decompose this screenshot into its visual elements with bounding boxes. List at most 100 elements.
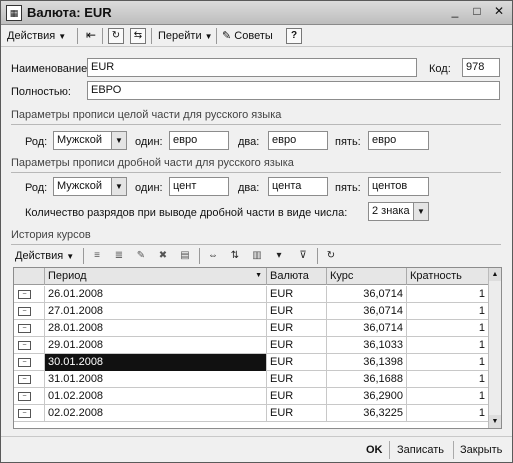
fraction-five-field[interactable]: центов <box>368 177 429 196</box>
cell-multiplicity[interactable]: 1 <box>407 371 489 388</box>
cell-rate[interactable]: 36,3225 <box>327 405 407 422</box>
close-window-button[interactable]: ✕ <box>491 5 507 20</box>
column-header-currency[interactable]: Валюта <box>267 268 327 285</box>
scroll-up-icon[interactable]: ▲ <box>489 268 501 281</box>
full-name-label: Полностью: <box>11 86 71 98</box>
cell-currency[interactable]: EUR <box>267 405 327 422</box>
cell-period[interactable]: 29.01.2008 <box>45 337 267 354</box>
code-field[interactable]: 978 <box>462 58 500 77</box>
whole-gender-select[interactable]: Мужской ▼ <box>53 131 127 150</box>
whole-two-field[interactable]: евро <box>268 131 328 150</box>
table-row[interactable]: ~28.01.2008 EUR 36,0714 1 <box>14 320 489 337</box>
cell-currency[interactable]: EUR <box>267 371 327 388</box>
table-row[interactable]: ~29.01.2008 EUR 36,1033 1 <box>14 337 489 354</box>
cell-rate[interactable]: 36,1033 <box>327 337 407 354</box>
fraction-gender-select[interactable]: Мужской ▼ <box>53 177 127 196</box>
cell-period[interactable]: 28.01.2008 <box>45 320 267 337</box>
cell-multiplicity[interactable]: 1 <box>407 388 489 405</box>
whole-one-field[interactable]: евро <box>169 131 229 150</box>
table-row[interactable]: ~31.01.2008 EUR 36,1688 1 <box>14 371 489 388</box>
toolbar-separator <box>83 248 84 264</box>
name-field[interactable]: EUR <box>87 58 417 77</box>
help-button[interactable]: ? <box>286 28 302 44</box>
fraction-two-field[interactable]: цента <box>268 177 328 196</box>
structure-icon[interactable]: ⇆ <box>130 28 146 44</box>
title-bar[interactable]: ▦ Валюта: EUR _ □ ✕ <box>1 1 512 25</box>
cell-period[interactable]: 31.01.2008 <box>45 371 267 388</box>
add-row-icon[interactable]: ≡ <box>89 248 105 264</box>
dropdown-arrow-icon[interactable]: ▼ <box>111 132 126 149</box>
cell-multiplicity[interactable]: 1 <box>407 405 489 422</box>
digits-select[interactable]: 2 знака ▼ <box>368 202 429 221</box>
tips-button[interactable]: ✎ Советы <box>222 28 273 44</box>
end-edit-icon[interactable]: ▤ <box>177 248 193 264</box>
cell-rate[interactable]: 36,1688 <box>327 371 407 388</box>
cell-multiplicity[interactable]: 1 <box>407 320 489 337</box>
cell-currency[interactable]: EUR <box>267 354 327 371</box>
refresh-icon[interactable]: ↻ <box>108 28 124 44</box>
cell-currency[interactable]: EUR <box>267 337 327 354</box>
table-row[interactable]: ~27.01.2008 EUR 36,0714 1 <box>14 303 489 320</box>
table-row[interactable]: ~30.01.2008 EUR 36,1398 1 <box>14 354 489 371</box>
cell-currency[interactable]: EUR <box>267 320 327 337</box>
refresh-icon[interactable]: ↻ <box>323 248 339 264</box>
goto-menu[interactable]: Перейти ▼ <box>158 28 213 44</box>
column-header-rate[interactable]: Курс <box>327 268 407 285</box>
cell-period[interactable]: 30.01.2008 <box>45 354 267 371</box>
back-arrow-icon[interactable]: ⇤ <box>83 28 99 44</box>
history-actions-menu[interactable]: Действия ▼ <box>15 248 74 264</box>
footer-separator <box>389 441 390 459</box>
sort-icon[interactable]: ⇅ <box>227 248 243 264</box>
range-icon[interactable]: ⇔ <box>205 248 221 264</box>
fraction-one-field[interactable]: цент <box>169 177 229 196</box>
cell-rate[interactable]: 36,0714 <box>327 320 407 337</box>
toolbar-separator <box>317 248 318 264</box>
full-name-field[interactable]: ЕВРО <box>87 81 500 100</box>
cell-period[interactable]: 01.02.2008 <box>45 388 267 405</box>
table-row[interactable]: ~01.02.2008 EUR 36,2900 1 <box>14 388 489 405</box>
column-header-period[interactable]: Период ▼ <box>45 268 267 285</box>
cell-currency[interactable]: EUR <box>267 388 327 405</box>
save-button[interactable]: Записать <box>397 441 444 459</box>
cell-multiplicity[interactable]: 1 <box>407 337 489 354</box>
cell-currency[interactable]: EUR <box>267 286 327 303</box>
maximize-button[interactable]: □ <box>469 5 485 20</box>
delete-row-icon[interactable]: ✖ <box>155 248 171 264</box>
table-row[interactable]: ~02.02.2008 EUR 36,3225 1 <box>14 405 489 422</box>
currency-window: ▦ Валюта: EUR _ □ ✕ Действия ▼ ⇤ ↻ ⇆ Пере… <box>0 0 513 463</box>
whole-two-label: два: <box>238 136 260 148</box>
dropdown-arrow-icon[interactable]: ▼ <box>413 203 428 220</box>
cell-multiplicity[interactable]: 1 <box>407 303 489 320</box>
digits-label: Количество разрядов при выводе дробной ч… <box>25 207 348 219</box>
actions-menu[interactable]: Действия ▼ <box>7 28 66 44</box>
digits-value: 2 знака <box>372 205 410 217</box>
filter-select-icon[interactable]: ▾ <box>271 248 287 264</box>
table-row[interactable]: ~26.01.2008 EUR 36,0714 1 <box>14 286 489 303</box>
cell-currency[interactable]: EUR <box>267 303 327 320</box>
edit-row-icon[interactable]: ✎ <box>133 248 149 264</box>
cell-multiplicity[interactable]: 1 <box>407 354 489 371</box>
rate-record-icon: ~ <box>18 358 31 367</box>
cell-multiplicity[interactable]: 1 <box>407 286 489 303</box>
whole-five-field[interactable]: евро <box>368 131 429 150</box>
cell-period[interactable]: 27.01.2008 <box>45 303 267 320</box>
filter-set-icon[interactable]: ▥ <box>249 248 265 264</box>
filter-clear-icon[interactable]: ⊽ <box>295 248 311 264</box>
scroll-down-icon[interactable]: ▼ <box>489 415 501 428</box>
cell-rate[interactable]: 36,2900 <box>327 388 407 405</box>
dropdown-arrow-icon[interactable]: ▼ <box>111 178 126 195</box>
cell-rate[interactable]: 36,0714 <box>327 286 407 303</box>
cell-period[interactable]: 26.01.2008 <box>45 286 267 303</box>
rate-record-icon: ~ <box>18 290 31 299</box>
cell-rate[interactable]: 36,0714 <box>327 303 407 320</box>
close-button[interactable]: Закрыть <box>460 441 502 459</box>
minimize-button[interactable]: _ <box>447 5 463 20</box>
vertical-scrollbar[interactable]: ▲ ▼ <box>488 268 501 428</box>
cell-period[interactable]: 02.02.2008 <box>45 405 267 422</box>
toolbar-separator <box>199 248 200 264</box>
history-toolbar: Действия ▼ ≡ ≣ ✎ ✖ ▤ ⇔ ⇅ ▥ ▾ ⊽ ↻ <box>11 245 501 267</box>
ok-button[interactable]: OK <box>366 441 383 459</box>
cell-rate[interactable]: 36,1398 <box>327 354 407 371</box>
copy-row-icon[interactable]: ≣ <box>111 248 127 264</box>
column-header-multiplicity[interactable]: Кратность <box>407 268 489 285</box>
